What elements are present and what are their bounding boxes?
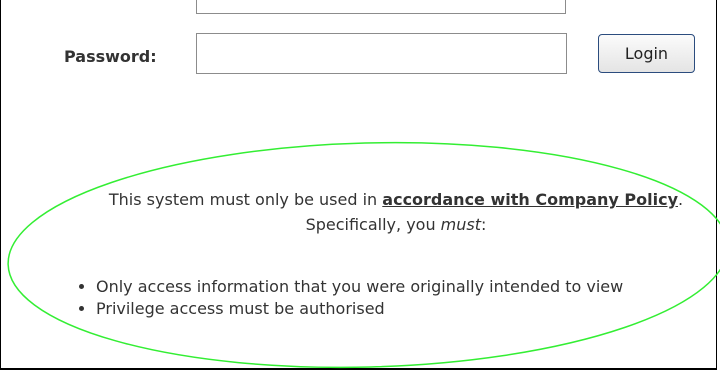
password-label: Password: xyxy=(64,47,157,66)
policy-colon: : xyxy=(481,215,487,234)
policy-rules-list: Only access information that you were or… xyxy=(56,276,676,320)
login-button[interactable]: Login xyxy=(598,34,695,73)
rule-item: Only access information that you were or… xyxy=(96,276,676,298)
username-input[interactable] xyxy=(196,0,566,14)
company-policy-link[interactable]: accordance with Company Policy xyxy=(382,190,678,209)
policy-intro-text: This system must only be used in xyxy=(108,190,383,209)
policy-emphasis: must xyxy=(440,215,482,234)
policy-notice: This system must only be used in accorda… xyxy=(96,187,696,237)
password-input[interactable] xyxy=(196,33,567,74)
rule-item: Privilege access must be authorised xyxy=(96,298,676,320)
